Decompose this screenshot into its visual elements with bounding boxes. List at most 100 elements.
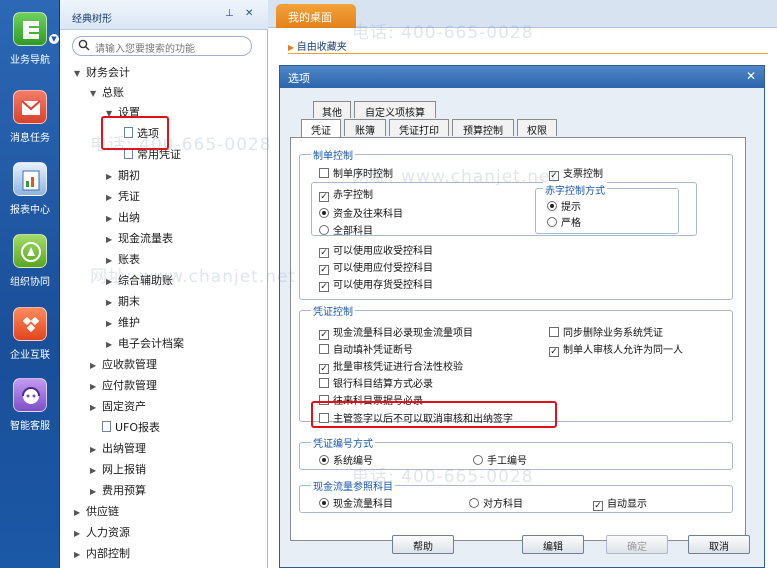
radio-opposite-subject[interactable]: 对方科目 xyxy=(469,495,523,510)
tree-node-cashflow[interactable]: ▶ 现金流量表 xyxy=(106,230,173,246)
expand-arrow-icon: ▶ xyxy=(74,508,81,517)
radio-cashflow-subject[interactable]: 现金流量科目 xyxy=(319,495,393,510)
report-center-icon xyxy=(13,162,47,196)
checkbox-box xyxy=(319,378,329,388)
tab-permission[interactable]: 权限 xyxy=(517,119,557,137)
tab-voucher-print[interactable]: 凭证打印 xyxy=(389,119,449,137)
enterprise-interconnect-icon xyxy=(13,307,47,341)
tree-node-receivable[interactable]: ▶ 应收款管理 xyxy=(90,356,157,372)
rail-label: 报表中心 xyxy=(10,205,50,216)
checkmark-icon: ✓ xyxy=(319,364,329,374)
checkbox-box xyxy=(549,327,559,337)
checkbox-cashflow-required[interactable]: ✓ 现金流量科目必录现金流量项目 xyxy=(319,324,473,340)
checkbox-label: 可以使用存货受控科目 xyxy=(333,280,433,291)
tree-node-ufo[interactable]: UFO报表 xyxy=(102,419,160,435)
radio-dot xyxy=(319,208,329,218)
rail-item-enterprise-interconnect[interactable]: 企业互联 xyxy=(0,307,60,361)
pin-icon[interactable]: ⊥ xyxy=(225,8,234,19)
favorites-label[interactable]: ▶ 自由收藏夹 xyxy=(288,38,347,53)
tree-node-e-archive[interactable]: ▶ 电子会计档案 xyxy=(106,335,184,351)
checkbox-same-person[interactable]: ✓ 制单人审核人允许为同一人 xyxy=(549,341,683,357)
tree-node-finance[interactable]: ▼ 财务会计 xyxy=(74,64,130,80)
highlight-supervisor-option xyxy=(311,401,557,428)
checkbox-red-control[interactable]: ✓ 赤字控制 xyxy=(319,186,373,202)
tree-node-budget[interactable]: ▶ 费用预算 xyxy=(90,482,146,498)
checkbox-box xyxy=(319,168,329,178)
collapse-arrow-icon: ▼ xyxy=(90,89,97,98)
tab-my-desktop[interactable]: 我的桌面 xyxy=(276,4,356,29)
checkbox-payable-subject[interactable]: ✓ 可以使用应付受控科目 xyxy=(319,259,433,275)
tree-node-label: 应付款管理 xyxy=(102,379,157,392)
tree-node-cashier-mgmt[interactable]: ▶ 出纳管理 xyxy=(90,440,146,456)
edit-button[interactable]: 编辑 xyxy=(522,535,584,554)
expand-arrow-icon: ▶ xyxy=(74,550,81,559)
rail-label: 消息任务 xyxy=(10,133,50,144)
tree-node-maintain[interactable]: ▶ 维护 xyxy=(106,314,140,330)
tree-node-period-end[interactable]: ▶ 期末 xyxy=(106,293,140,309)
checkbox-receivable-subject[interactable]: ✓ 可以使用应收受控科目 xyxy=(319,242,433,258)
checkbox-bank-settlement[interactable]: 银行科目结算方式必录 xyxy=(319,375,433,390)
rail-item-report-center[interactable]: 报表中心 xyxy=(0,162,60,216)
radio-prompt[interactable]: 提示 xyxy=(547,198,581,213)
radio-label: 全部科目 xyxy=(333,226,373,237)
help-button[interactable]: 帮助 xyxy=(392,535,454,554)
cancel-button[interactable]: 取消 xyxy=(688,535,750,554)
radio-all-subject[interactable]: 全部科目 xyxy=(319,222,373,237)
tab-voucher[interactable]: 凭证 xyxy=(301,119,341,137)
tree-node-label: 固定资产 xyxy=(102,400,146,413)
close-icon[interactable]: ✕ xyxy=(245,8,253,19)
checkbox-fill-gap[interactable]: 自动填补凭证断号 xyxy=(319,341,413,356)
tree-title: 经典树形 xyxy=(72,14,112,25)
tab-budget-control[interactable]: 预算控制 xyxy=(452,119,514,137)
checkbox-label: 自动显示 xyxy=(607,499,647,510)
rail-item-message-task[interactable]: 消息任务 xyxy=(0,90,60,144)
tree-node-hr[interactable]: ▶ 人力资源 xyxy=(74,524,130,540)
collapse-arrow-icon: ▼ xyxy=(74,69,81,78)
tree-node-label: 期初 xyxy=(118,169,140,182)
organization-collaboration-icon xyxy=(13,234,47,268)
tree-node-online-expense[interactable]: ▶ 网上报销 xyxy=(90,461,146,477)
radio-label: 提示 xyxy=(561,202,581,213)
expand-arrow-icon: ▶ xyxy=(106,193,113,202)
tree-node-payable[interactable]: ▶ 应付款管理 xyxy=(90,377,157,393)
rail-item-organization-collaboration[interactable]: 组织协同 xyxy=(0,234,60,288)
expand-arrow-icon: ▶ xyxy=(90,382,97,391)
radio-strict[interactable]: 严格 xyxy=(547,214,581,229)
tab-custom-accounting[interactable]: 自定义项核算 xyxy=(354,101,436,119)
watermark-site: 网址: www.chanjet.net xyxy=(90,267,297,287)
checkbox-label: 可以使用应收受控科目 xyxy=(333,246,433,257)
tree-node-cashier[interactable]: ▶ 出纳 xyxy=(106,209,140,225)
checkbox-batch-verify[interactable]: ✓ 批量审核凭证进行合法性校验 xyxy=(319,358,463,374)
tree-node-label: 出纳管理 xyxy=(102,442,146,455)
tree-node-supply-chain[interactable]: ▶ 供应链 xyxy=(74,503,119,519)
radio-fund-subject[interactable]: 资金及往来科目 xyxy=(319,205,403,220)
chevron-down-icon[interactable]: ▼ xyxy=(49,34,59,44)
tree-node-opening[interactable]: ▶ 期初 xyxy=(106,167,140,183)
expand-arrow-icon: ▶ xyxy=(106,340,113,349)
tree-node-fixed-assets[interactable]: ▶ 固定资产 xyxy=(90,398,146,414)
checkbox-sync-delete[interactable]: 同步删除业务系统凭证 xyxy=(549,324,663,339)
tree-node-voucher[interactable]: ▶ 凭证 xyxy=(106,188,140,204)
close-icon[interactable]: ✕ xyxy=(744,69,758,83)
checkbox-label: 现金流量科目必录现金流量项目 xyxy=(333,328,473,339)
checkbox-stock-subject[interactable]: ✓ 可以使用存货受控科目 xyxy=(319,276,433,292)
radio-dot xyxy=(319,455,329,465)
expand-arrow-icon: ▶ xyxy=(106,214,113,223)
tree-node-label: 出纳 xyxy=(118,211,140,224)
ok-button[interactable]: 确定 xyxy=(606,535,668,554)
tree-node-ledger[interactable]: ▼ 总账 xyxy=(90,84,124,100)
rail-item-smart-service[interactable]: 智能客服 xyxy=(0,378,60,432)
expand-arrow-icon: ▶ xyxy=(90,466,97,475)
checkbox-auto-display[interactable]: ✓ 自动显示 xyxy=(593,495,647,511)
favorites-divider xyxy=(288,53,768,54)
tree-node-label: 内部控制 xyxy=(86,547,130,560)
business-rail: 业务导航 ▼ 消息任务 报表中心 组织协同 企业互联 智能客服 xyxy=(0,0,60,568)
checkbox-label: 同步删除业务系统凭证 xyxy=(563,328,663,339)
tree-node-internal-control[interactable]: ▶ 内部控制 xyxy=(74,545,130,561)
watermark-phone: 电话: 400-665-0028 xyxy=(352,467,534,487)
tab-books[interactable]: 账簿 xyxy=(344,119,386,137)
search-input[interactable]: 请输入您要搜索的功能 xyxy=(72,36,252,56)
watermark-phone: 电话: 400-665-0028 xyxy=(352,23,534,43)
tree-node-label: 人力资源 xyxy=(86,526,130,539)
tab-other[interactable]: 其他 xyxy=(313,101,351,119)
